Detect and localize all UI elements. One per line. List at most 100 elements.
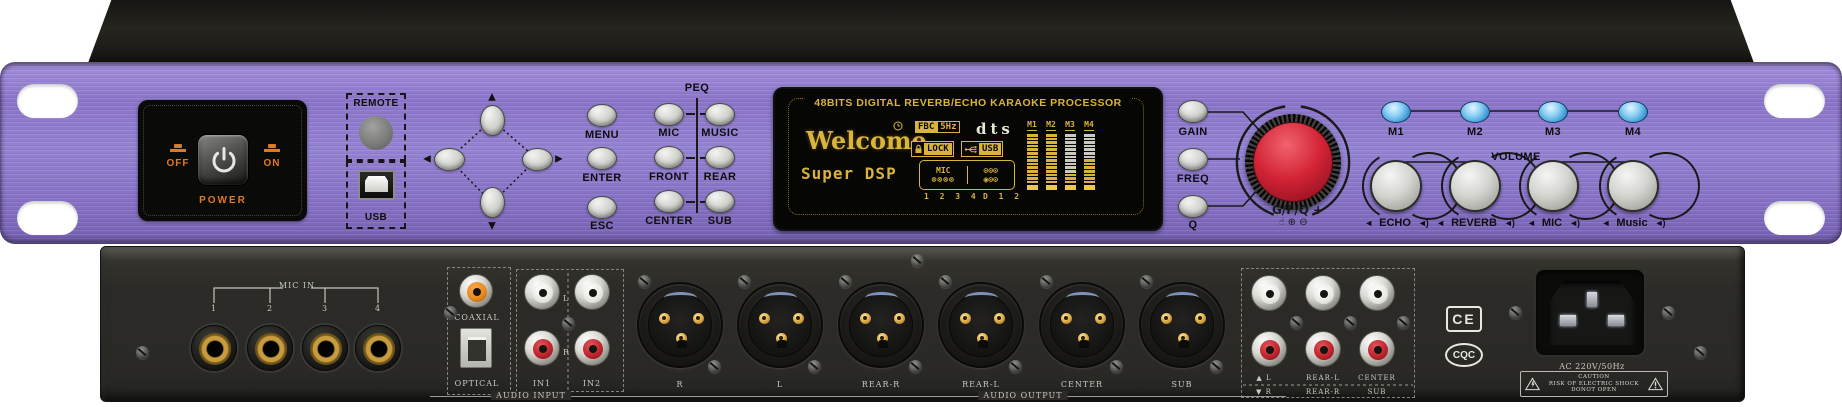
screw-icon — [1110, 360, 1123, 373]
meter-segment — [1065, 145, 1076, 148]
rca-core — [1260, 340, 1280, 360]
mic-in-jack-2 — [247, 325, 293, 371]
volume-knob-label: ECHO — [1379, 217, 1411, 229]
meter-segment — [1084, 170, 1095, 173]
gfq-button-label: GAIN — [1178, 126, 1207, 138]
gfq-knob[interactable] — [1253, 122, 1333, 202]
mic-status-right: ⊙⊙⊙ ◉⊙⊙ — [968, 166, 1015, 184]
screw-icon — [1344, 316, 1357, 329]
volume-knob-reverb[interactable] — [1449, 160, 1501, 212]
speaker-max-icon: ◄) — [1418, 218, 1428, 228]
ac-pin-left — [1560, 315, 1576, 326]
volume-knob-mic[interactable] — [1527, 160, 1579, 212]
meter-segment — [1027, 145, 1038, 148]
mic-in-label: MIC IN — [279, 281, 315, 290]
xlr-pin — [659, 313, 670, 324]
meter-segment — [1046, 148, 1057, 151]
peq-button-center[interactable] — [654, 190, 684, 213]
mic-in-number: 3 — [322, 304, 328, 313]
rca-input-red-2 — [574, 330, 610, 366]
rca-input-red-1 — [524, 330, 560, 366]
karaoke-processor-render: OFF ON POWER REMOTE USB ▲ ▼ ◀ ▶ PEQ 48BI… — [0, 0, 1842, 407]
meter-m1: M1 — [1026, 120, 1038, 190]
meter-segment — [1027, 177, 1038, 180]
memory-led-m2[interactable] — [1460, 101, 1490, 123]
gfq-button-gain[interactable] — [1178, 100, 1208, 123]
xlr-notch — [978, 340, 988, 348]
meter-segment — [1084, 145, 1095, 148]
lcd-title: 48BITS DIGITAL REVERB/ECHO KARAOKE PROCE… — [804, 97, 1131, 109]
power-button[interactable] — [197, 134, 249, 186]
nav-down-button[interactable] — [480, 187, 505, 218]
xlr-glint — [965, 292, 998, 304]
peq-button-rear[interactable] — [705, 146, 735, 169]
clock-icon — [893, 121, 903, 131]
nav-up-button[interactable] — [480, 105, 505, 136]
xlr-output-sub — [1139, 282, 1225, 368]
ac-pin-earth — [1587, 292, 1597, 307]
memory-led-m3[interactable] — [1538, 101, 1568, 123]
meter-segment — [1027, 148, 1038, 151]
xlr-output-label: R — [676, 380, 683, 389]
volume-knob-echo[interactable] — [1370, 160, 1422, 212]
rca-core — [1314, 284, 1334, 304]
meter-segment — [1065, 177, 1076, 180]
usb-port[interactable] — [358, 170, 395, 200]
meter-segment — [1046, 166, 1057, 169]
peq-button-mic[interactable] — [654, 103, 684, 126]
xlr-output-r — [637, 282, 723, 368]
fbc-hz-text: 5Hz — [937, 121, 959, 133]
menu-col-button-enter[interactable] — [587, 147, 617, 170]
xlr-pin — [793, 313, 804, 324]
gfq-button-q[interactable] — [1178, 195, 1208, 218]
menu-col-button-menu[interactable] — [587, 104, 617, 127]
on-switch-icon — [264, 144, 280, 152]
meter-segment — [1084, 141, 1095, 144]
meter-segment — [1046, 159, 1057, 162]
xlr-glint — [1166, 292, 1199, 304]
rca-output-white-3 — [1359, 275, 1395, 311]
nav-left-button[interactable] — [434, 148, 465, 171]
xlr-notch — [777, 340, 787, 348]
peq-button-music[interactable] — [705, 103, 735, 126]
peq-button-sub[interactable] — [705, 190, 735, 213]
xlr-output-rear-l — [938, 282, 1024, 368]
volume-knob-music[interactable] — [1607, 160, 1659, 212]
meter-segment — [1046, 134, 1057, 137]
menu-col-button-esc[interactable] — [587, 196, 617, 219]
mic-in-number: 2 — [267, 304, 273, 313]
meter-segment — [1046, 145, 1057, 148]
screw-icon — [1140, 275, 1153, 288]
nav-right-button[interactable] — [522, 148, 553, 171]
xlr-notch — [1079, 340, 1089, 348]
screw-icon — [839, 275, 852, 288]
optical-label: OPTICAL — [455, 379, 500, 388]
screw-icon — [1290, 316, 1303, 329]
rca-output-red-2 — [1305, 331, 1341, 367]
peq-button-front[interactable] — [654, 146, 684, 169]
meter-segment — [1065, 170, 1076, 173]
gfq-button-freq[interactable] — [1178, 148, 1208, 171]
meter-segment — [1046, 177, 1057, 180]
gfq-button-label: FREQ — [1177, 173, 1209, 185]
rca-output-bottom-label: REAR-R — [1306, 388, 1340, 396]
rca-output-white-1 — [1251, 275, 1287, 311]
meter-m2: M2 — [1045, 120, 1057, 190]
speaker-max-icon: ◄) — [1504, 218, 1514, 228]
mic-in-jack-ring — [255, 333, 287, 365]
d-channel-numbers: D 1 2 — [983, 192, 1022, 201]
peq-button-label: MUSIC — [701, 127, 738, 139]
xlr-output-label: SUB — [1171, 380, 1192, 389]
meter-segment — [1065, 141, 1076, 144]
gfq-knob-label: - G/F/Q + — [1263, 203, 1323, 217]
meter-m3: M3 — [1064, 120, 1076, 190]
meter-segment — [1065, 174, 1076, 177]
xlr-pin — [1095, 313, 1106, 324]
lcd-welcome-text: Welcome — [806, 126, 927, 155]
peq-button-label: SUB — [708, 215, 732, 227]
meter-segment — [1065, 159, 1076, 162]
memory-led-m1[interactable] — [1381, 101, 1411, 123]
memory-led-m4[interactable] — [1618, 101, 1648, 123]
meter-segment — [1027, 156, 1038, 159]
rca-input-white-1 — [524, 274, 560, 310]
